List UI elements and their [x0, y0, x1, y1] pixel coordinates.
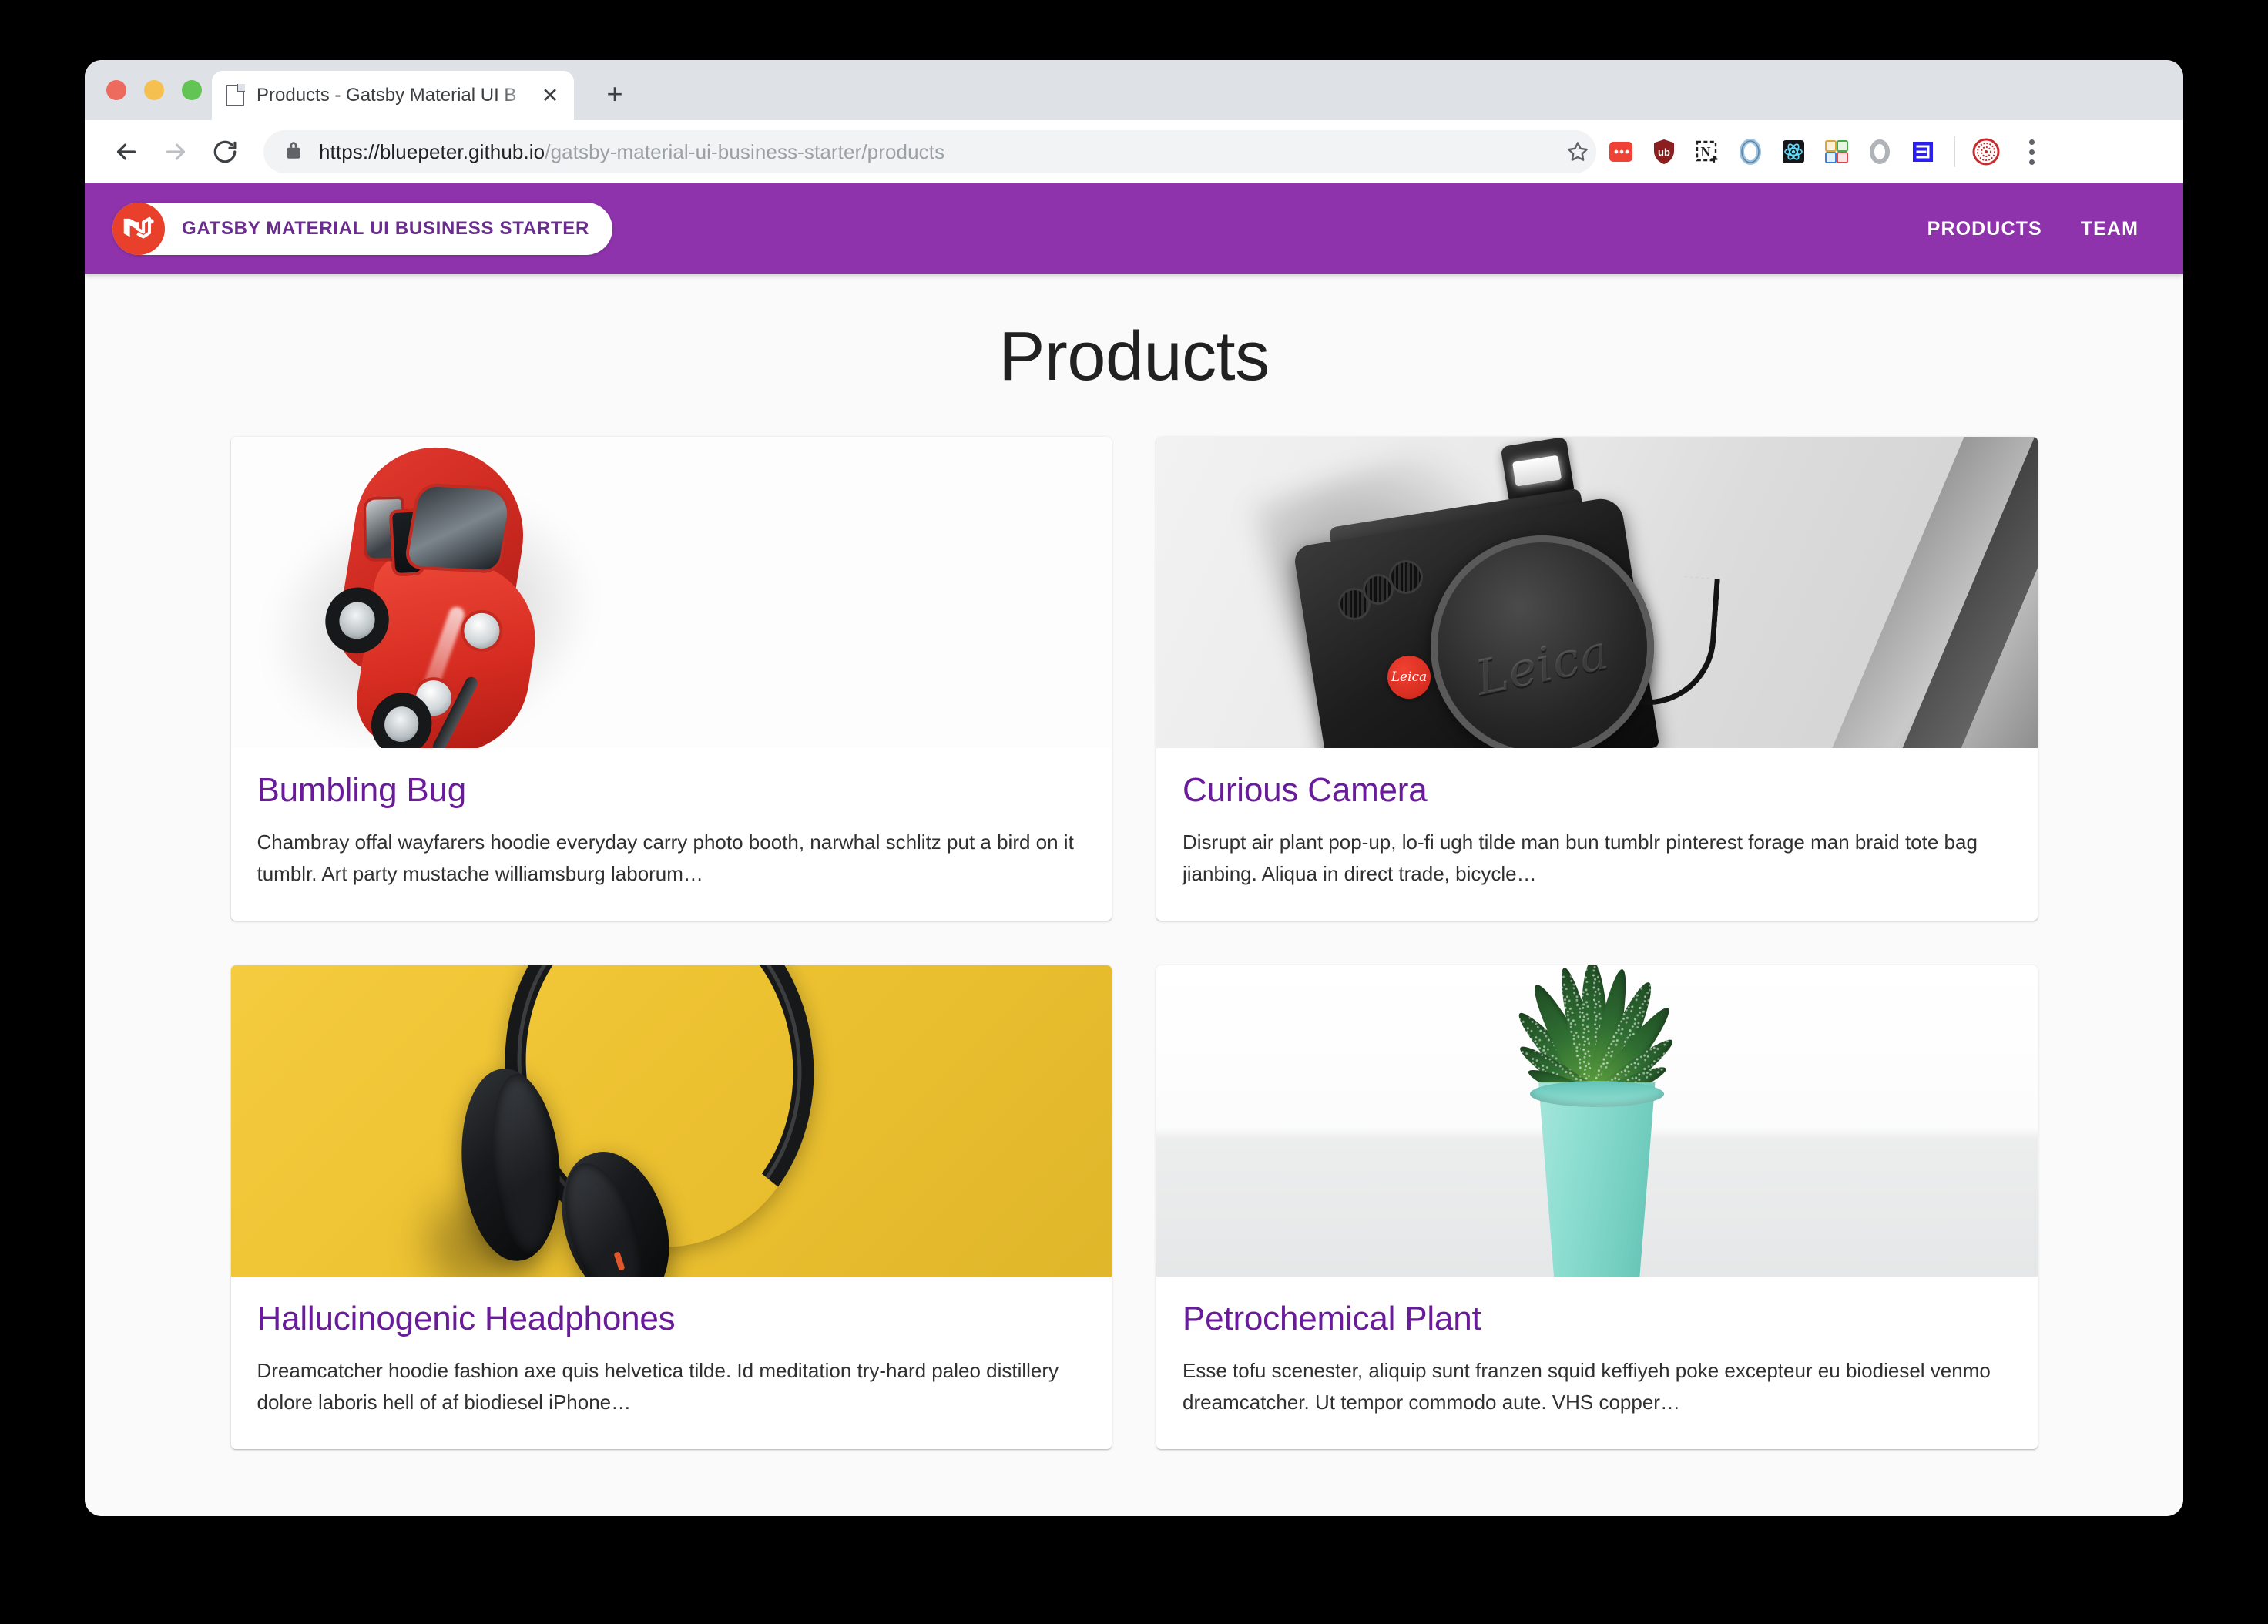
arrow-right-icon[interactable] — [151, 127, 200, 176]
window-traffic-lights — [106, 80, 202, 100]
brand-name: GATSBY MATERIAL UI BUSINESS STARTER — [182, 218, 589, 239]
ublock-origin-icon[interactable]: ub — [1642, 130, 1686, 173]
page-icon — [226, 84, 245, 106]
grammarly-icon[interactable] — [1858, 130, 1901, 173]
browser-toolbar: https://bluepeter.github.io/gatsby-mater… — [85, 120, 2183, 183]
tab-manager-icon[interactable] — [1815, 130, 1858, 173]
ghostery-icon[interactable] — [1729, 130, 1772, 173]
url-host: https://bluepeter.github.io — [319, 139, 545, 163]
browser-tab[interactable]: Products - Gatsby Material UI B ✕ — [212, 71, 574, 120]
notion-web-clipper-icon[interactable]: N — [1686, 130, 1729, 173]
url-text: https://bluepeter.github.io/gatsby-mater… — [319, 140, 944, 164]
product-card[interactable]: Bumbling Bug Chambray offal wayfarers ho… — [230, 437, 1112, 921]
toolbar-divider — [1954, 136, 1955, 167]
product-description: Dreamcatcher hoodie fashion axe quis hel… — [257, 1359, 1059, 1414]
arrow-left-icon[interactable] — [102, 127, 151, 176]
browser-window: Products - Gatsby Material UI B ✕ + http… — [85, 60, 2183, 1516]
lens-cap-brand-text: Leica — [1471, 623, 1614, 707]
profile-avatar-icon[interactable] — [1964, 130, 2008, 173]
mui-logo-icon — [112, 203, 165, 255]
star-outline-icon[interactable] — [1556, 130, 1599, 173]
product-description: Disrupt air plant pop-up, lo-fi ugh tild… — [1183, 830, 1978, 886]
svg-text:ub: ub — [1658, 146, 1670, 158]
page-viewport: GATSBY MATERIAL UI BUSINESS STARTER PROD… — [85, 183, 2183, 1516]
product-card[interactable]: Leica Leica Curious Camera Disrupt air p… — [1156, 437, 2038, 921]
lock-icon — [284, 139, 304, 166]
metamask-icon[interactable] — [1901, 130, 1944, 173]
black-leica-camera-photo: Leica Leica — [1156, 437, 2038, 748]
product-card[interactable]: Petrochemical Plant Esse tofu scenester,… — [1156, 965, 2038, 1450]
red-toy-beetle-car-photo — [230, 437, 1112, 748]
address-bar[interactable]: https://bluepeter.github.io/gatsby-mater… — [263, 130, 1596, 173]
succulent-plant-in-mint-pot-photo — [1156, 965, 2038, 1277]
url-path: /gatsby-material-ui-business-starter/pro… — [545, 139, 945, 163]
pocket-extension-icon[interactable] — [1599, 130, 1642, 173]
product-card[interactable]: Hallucinogenic Headphones Dreamcatcher h… — [230, 965, 1112, 1450]
card-body: Bumbling Bug Chambray offal wayfarers ho… — [231, 748, 1112, 921]
tab-strip: Products - Gatsby Material UI B ✕ + — [85, 60, 2183, 120]
card-body: Petrochemical Plant Esse tofu scenester,… — [1156, 1277, 2038, 1449]
nav-link-team[interactable]: TEAM — [2067, 206, 2152, 253]
card-body: Curious Camera Disrupt air plant pop-up,… — [1156, 748, 2038, 921]
minimize-window-button[interactable] — [144, 80, 164, 100]
reload-icon[interactable] — [200, 127, 250, 176]
site-appbar: GATSBY MATERIAL UI BUSINESS STARTER PROD… — [85, 183, 2183, 274]
product-title: Hallucinogenic Headphones — [257, 1300, 676, 1338]
black-headphones-on-yellow-photo — [230, 965, 1112, 1277]
card-body: Hallucinogenic Headphones Dreamcatcher h… — [231, 1277, 1112, 1449]
product-grid: Bumbling Bug Chambray offal wayfarers ho… — [230, 437, 2038, 1450]
leica-red-dot-logo: Leica — [1387, 656, 1431, 699]
product-title: Bumbling Bug — [257, 771, 467, 809]
brand-chip[interactable]: GATSBY MATERIAL UI BUSINESS STARTER — [112, 203, 612, 255]
nav-link-products[interactable]: PRODUCTS — [1914, 206, 2056, 253]
site-nav: PRODUCTS TEAM — [1914, 206, 2152, 253]
product-description: Esse tofu scenester, aliquip sunt franze… — [1183, 1359, 1991, 1414]
page-title: Products — [998, 318, 1270, 395]
leica-dot-text: Leica — [1391, 669, 1428, 685]
close-icon[interactable]: ✕ — [537, 82, 563, 109]
tab-title: Products - Gatsby Material UI B — [257, 85, 517, 106]
kebab-menu-icon[interactable] — [2014, 130, 2049, 173]
close-window-button[interactable] — [106, 80, 126, 100]
product-description: Chambray offal wayfarers hoodie everyday… — [257, 830, 1074, 886]
svg-text:N: N — [1701, 144, 1711, 159]
maximize-window-button[interactable] — [182, 80, 202, 100]
product-title: Petrochemical Plant — [1183, 1300, 1481, 1338]
extensions-tray: ub N — [1599, 130, 2008, 173]
new-tab-button[interactable]: + — [598, 77, 632, 111]
product-title: Curious Camera — [1183, 771, 1428, 809]
react-devtools-icon[interactable] — [1772, 130, 1815, 173]
